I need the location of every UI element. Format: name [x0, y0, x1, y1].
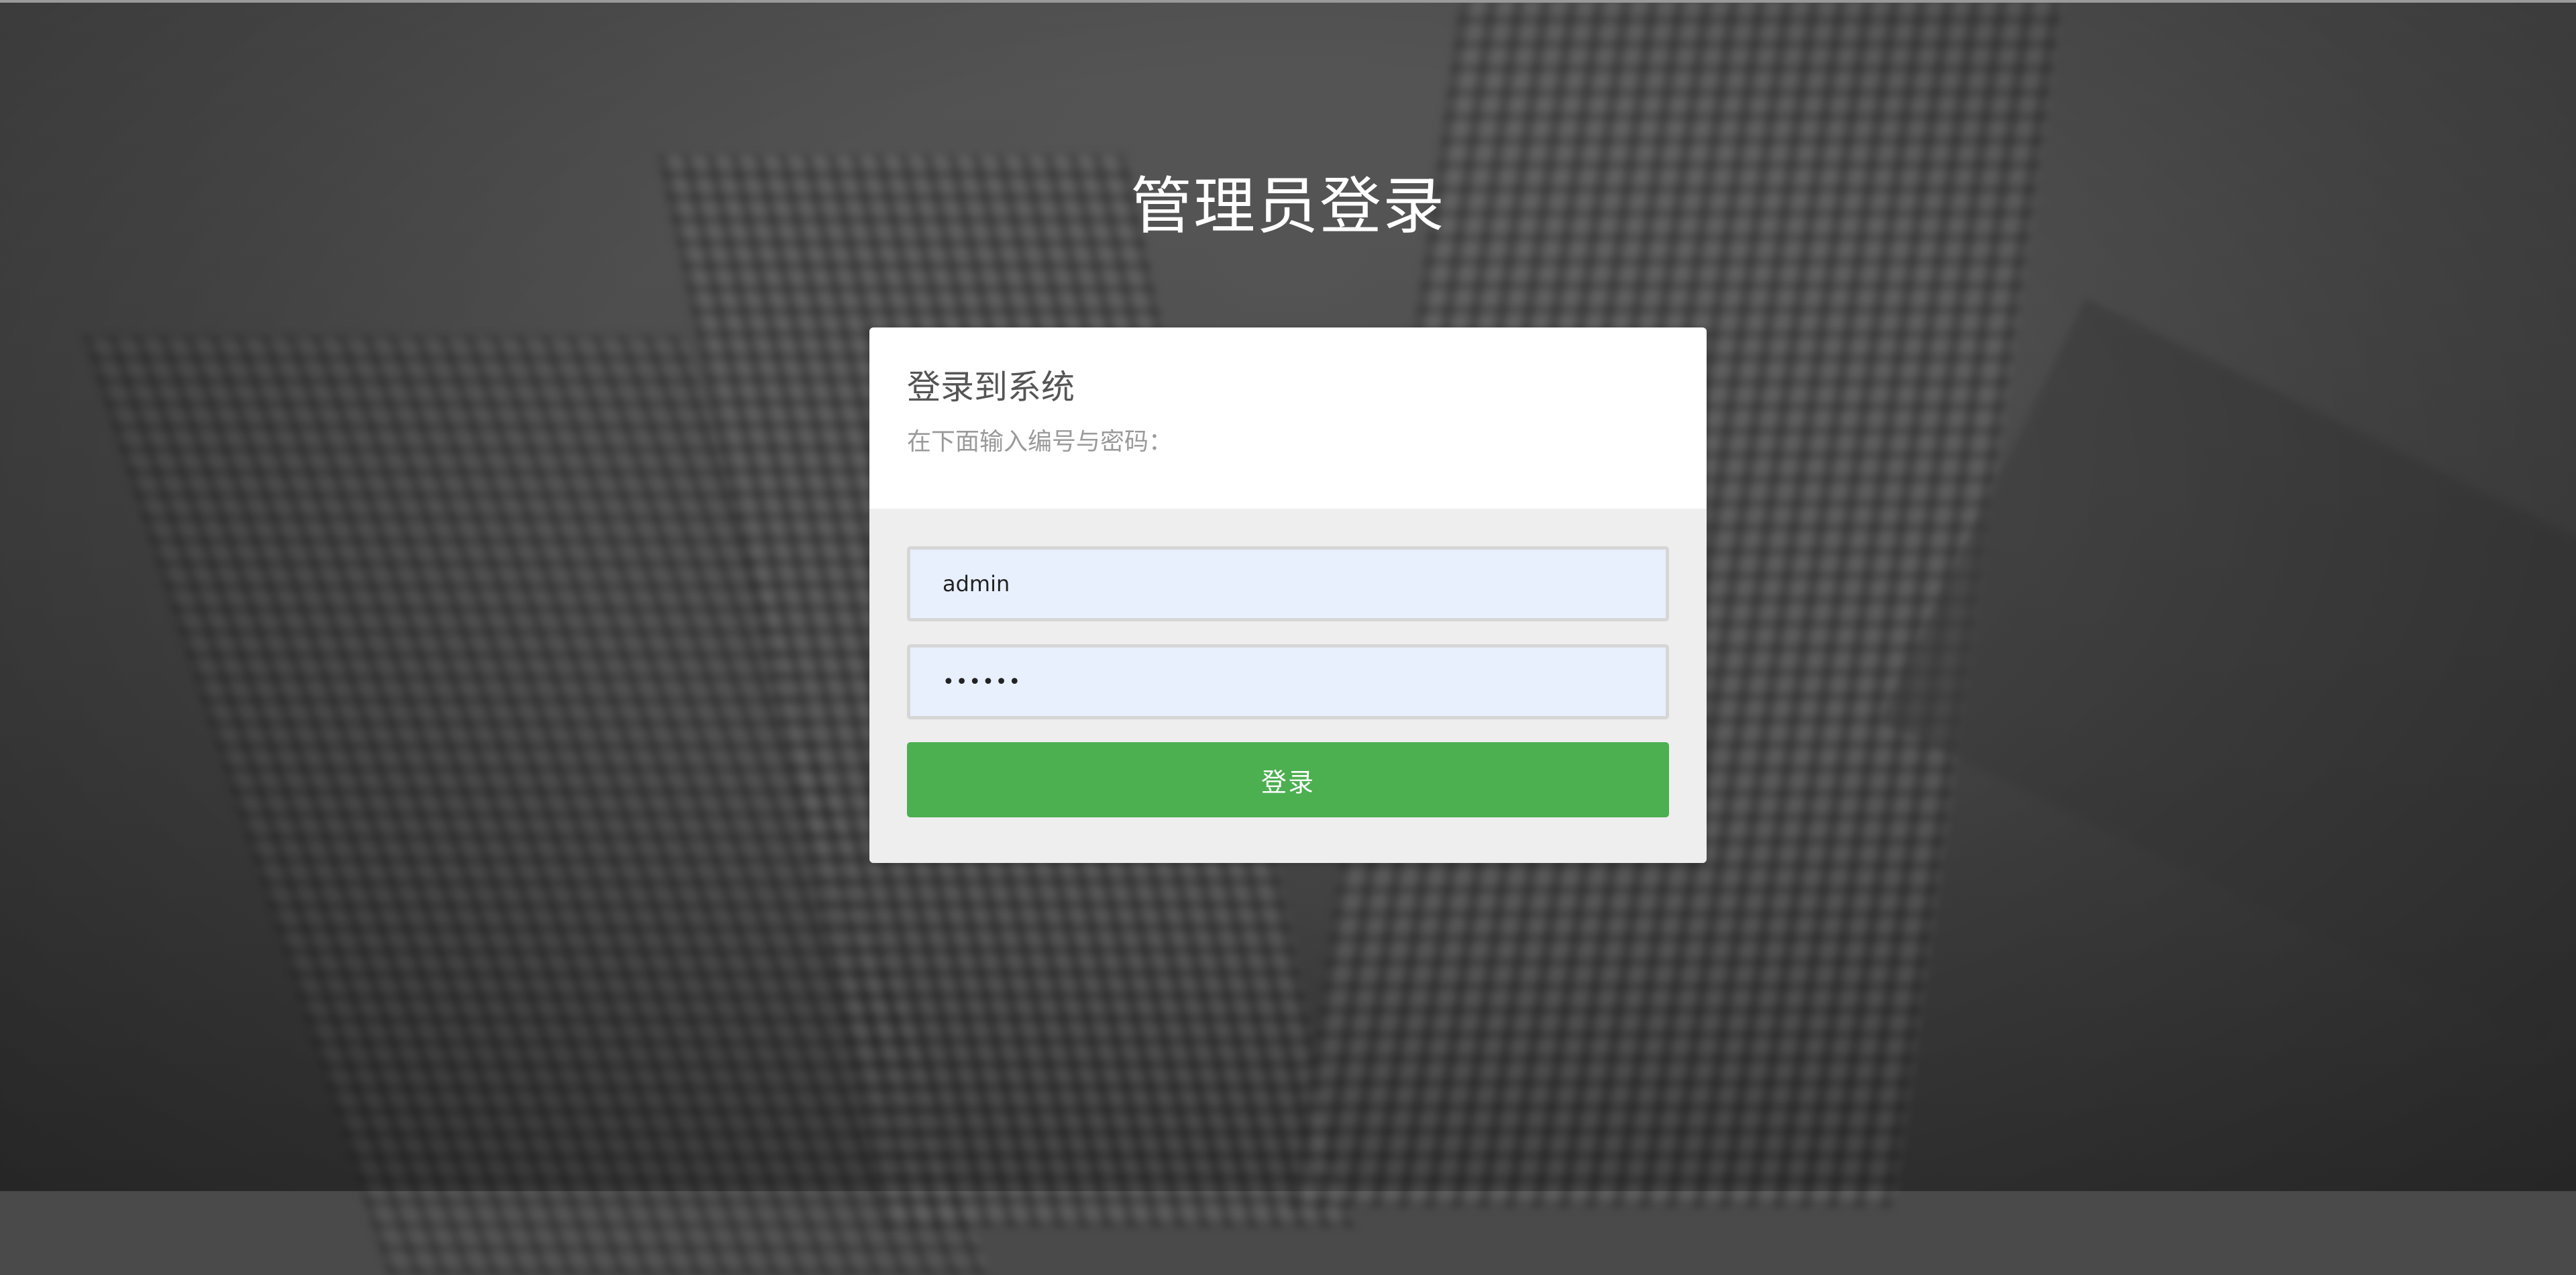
login-form: 登录: [869, 509, 1707, 863]
username-input[interactable]: [943, 571, 1666, 597]
top-edge: [0, 0, 2576, 3]
page-title: 管理员登录: [1130, 170, 1446, 242]
card-heading: 登录到系统: [907, 368, 1075, 407]
username-field[interactable]: [907, 546, 1669, 621]
password-input[interactable]: [943, 670, 1666, 694]
card-subtitle: 在下面输入编号与密码：: [907, 428, 1173, 456]
login-card: 登录到系统 在下面输入编号与密码： 登录: [869, 327, 1707, 863]
password-field[interactable]: [907, 644, 1669, 719]
login-card-header: 登录到系统 在下面输入编号与密码：: [869, 327, 1707, 509]
login-button[interactable]: 登录: [907, 742, 1669, 817]
